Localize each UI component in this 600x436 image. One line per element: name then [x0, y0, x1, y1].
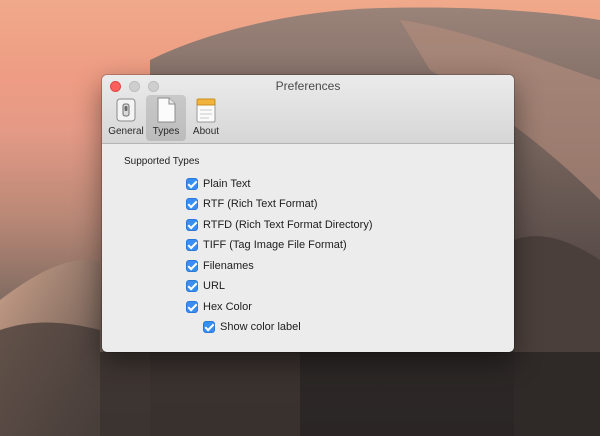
option-tiff-label: TIFF (Tag Image File Format)	[203, 239, 347, 251]
option-tiff[interactable]: TIFF (Tag Image File Format)	[186, 237, 347, 253]
tab-types[interactable]: Types	[146, 95, 186, 141]
option-rtf[interactable]: RTF (Rich Text Format)	[186, 196, 318, 212]
tab-about[interactable]: About	[186, 95, 226, 141]
tab-about-label: About	[192, 126, 220, 137]
option-url[interactable]: URL	[186, 278, 225, 294]
checkbox-hex-color[interactable]	[186, 301, 198, 313]
window-title: Preferences	[275, 79, 341, 93]
option-show-color-label[interactable]: Show color label	[203, 319, 301, 335]
option-rtfd[interactable]: RTFD (Rich Text Format Directory)	[186, 217, 373, 233]
section-label-supported-types: Supported Types	[124, 156, 200, 167]
checkbox-rtf[interactable]	[186, 198, 198, 210]
option-filenames[interactable]: Filenames	[186, 258, 254, 274]
preferences-window: Preferences General Types About Supporte…	[102, 75, 514, 352]
checkbox-show-color-label[interactable]	[203, 321, 215, 333]
tab-types-label: Types	[152, 126, 180, 137]
document-icon	[157, 97, 176, 123]
checkbox-tiff[interactable]	[186, 239, 198, 251]
window-titlebar: Preferences General Types About	[102, 75, 514, 144]
tab-general-label: General	[108, 126, 144, 137]
option-hex-color[interactable]: Hex Color	[186, 299, 252, 315]
tab-general[interactable]: General	[106, 95, 146, 141]
option-plain-text-label: Plain Text	[203, 178, 251, 190]
preferences-toolbar: General Types About	[106, 95, 226, 141]
option-plain-text[interactable]: Plain Text	[186, 176, 251, 192]
checkbox-plain-text[interactable]	[186, 178, 198, 190]
option-rtfd-label: RTFD (Rich Text Format Directory)	[203, 219, 373, 231]
option-url-label: URL	[203, 280, 226, 292]
general-switch-icon	[116, 98, 136, 122]
types-panel: Supported Types Plain Text RTF (Rich Tex…	[102, 144, 514, 352]
option-hex-color-label: Hex Color	[203, 301, 252, 313]
checkbox-url[interactable]	[186, 280, 198, 292]
option-filenames-label: Filenames	[203, 260, 254, 272]
checkbox-filenames[interactable]	[186, 260, 198, 272]
notes-icon	[196, 98, 216, 123]
option-show-color-label-label: Show color label	[220, 321, 301, 333]
option-rtf-label: RTF (Rich Text Format)	[203, 198, 318, 210]
checkbox-rtfd[interactable]	[186, 219, 198, 231]
